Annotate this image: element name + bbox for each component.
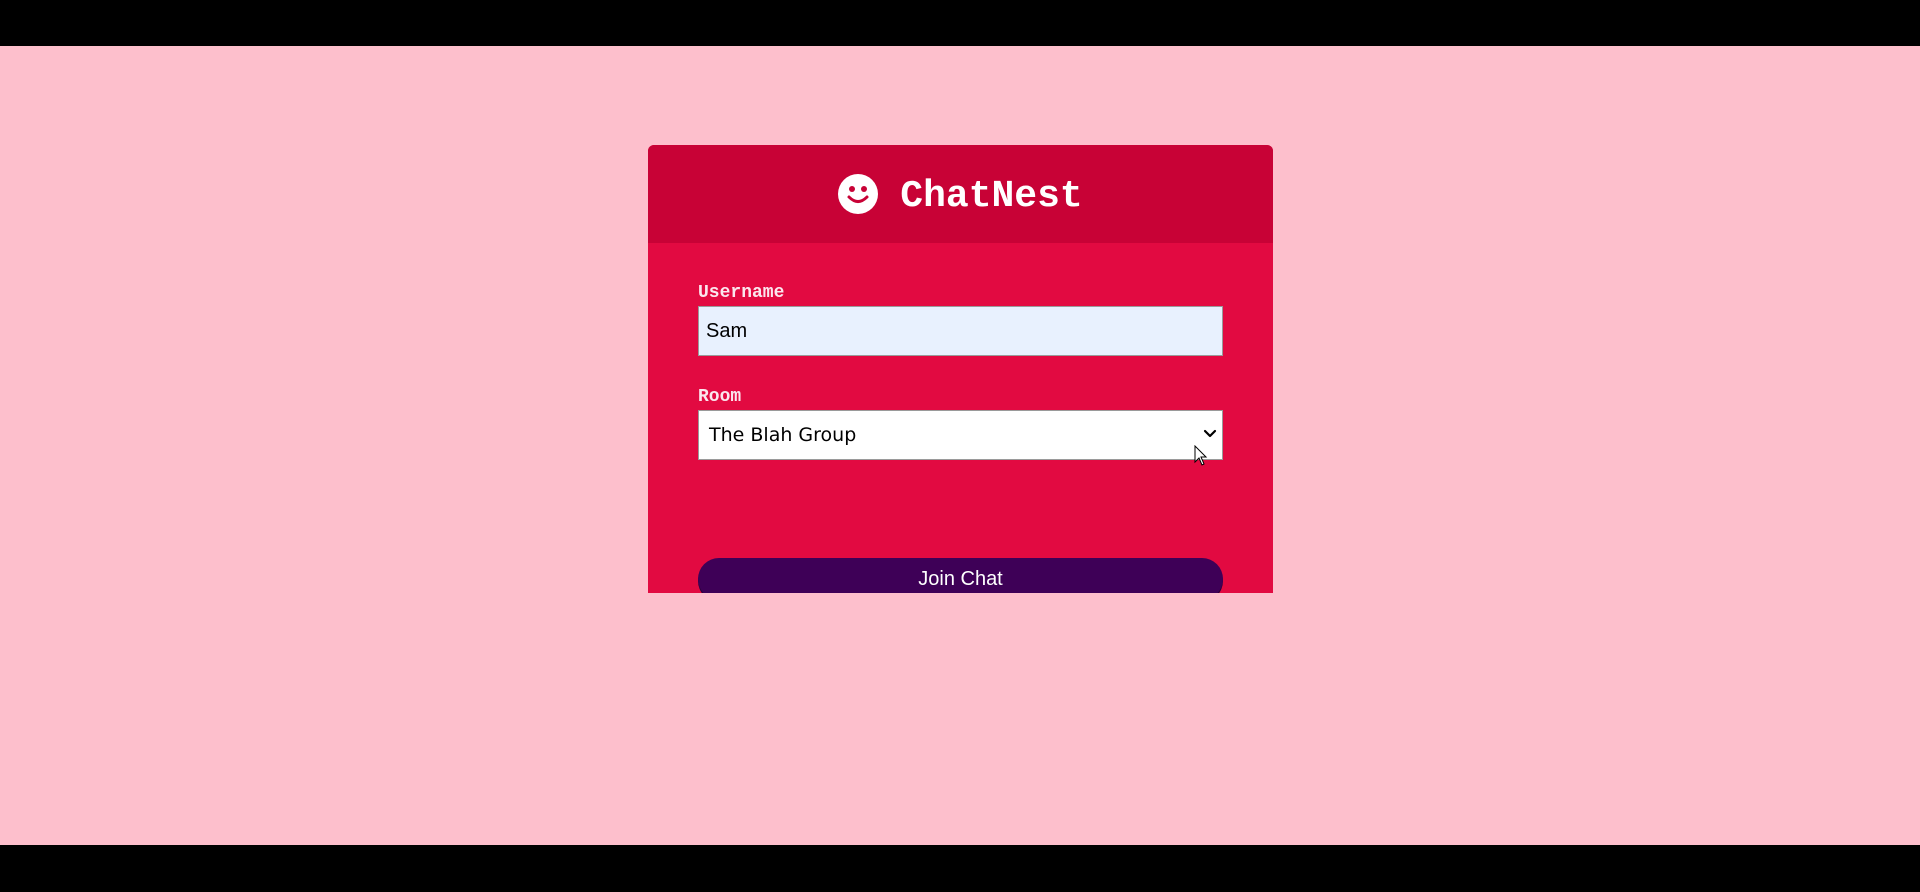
join-card: ChatNest Username Room The Blah Group Jo…: [648, 145, 1273, 593]
username-input[interactable]: [698, 306, 1223, 356]
page-background: ChatNest Username Room The Blah Group Jo…: [0, 46, 1920, 845]
bottom-letterbox-bar: [0, 845, 1920, 892]
smiley-face-icon: [838, 174, 879, 214]
room-select[interactable]: The Blah Group: [698, 410, 1223, 466]
brand-title: ChatNest: [900, 174, 1083, 218]
top-letterbox-bar: [0, 0, 1920, 46]
room-label: Room: [698, 387, 742, 407]
join-chat-button[interactable]: Join Chat: [698, 558, 1223, 593]
chevron-down-icon[interactable]: [1203, 429, 1217, 439]
mouse-pointer-icon: [1194, 445, 1208, 466]
card-header: ChatNest: [648, 145, 1273, 243]
room-select-value: The Blah Group: [709, 424, 857, 446]
username-label: Username: [698, 283, 785, 303]
